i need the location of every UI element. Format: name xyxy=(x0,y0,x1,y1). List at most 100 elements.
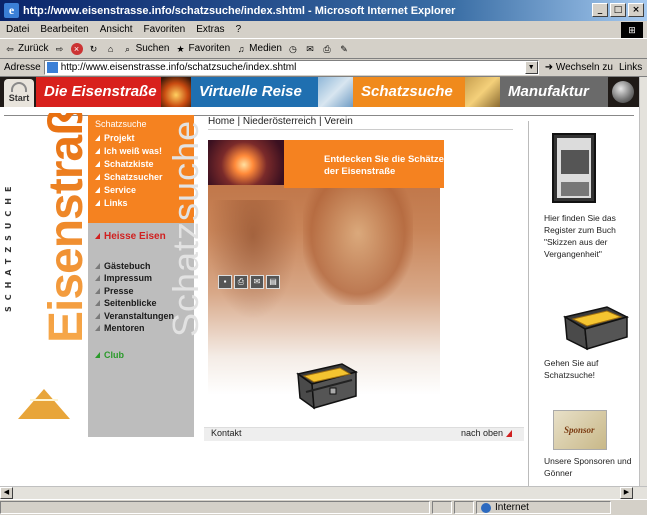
book-register-text[interactable]: Hier finden Sie das Register zum Buch "S… xyxy=(544,212,632,260)
menu-extras[interactable]: Extras xyxy=(196,24,224,35)
start-label: Start xyxy=(8,93,30,103)
zone-label: Internet xyxy=(495,502,529,513)
triangle-icon xyxy=(95,135,100,141)
triangle-icon xyxy=(95,325,100,331)
history-button[interactable]: ◷ xyxy=(287,43,299,55)
home-button[interactable]: ⌂ xyxy=(105,43,117,55)
triangle-icon xyxy=(95,312,100,319)
scroll-right-icon[interactable]: ▶ xyxy=(620,487,633,499)
book-cover-image[interactable] xyxy=(552,133,596,203)
logo-wordmark: Eisenstraße xyxy=(40,81,93,343)
favorites-button[interactable]: ★ Favoriten xyxy=(174,43,230,55)
search-button[interactable]: ⌕ Suchen xyxy=(122,43,170,55)
status-text-cell xyxy=(0,501,430,514)
refresh-icon: ↻ xyxy=(89,43,98,54)
address-value: http://www.eisenstrasse.info/schatzsuche… xyxy=(60,62,297,73)
minimize-icon[interactable]: _ xyxy=(592,3,608,17)
kontakt-link[interactable]: Kontakt xyxy=(211,428,242,438)
save-icon[interactable]: ▪ xyxy=(218,275,232,289)
search-icon: ⌕ xyxy=(125,43,131,54)
scroll-left-icon[interactable]: ◀ xyxy=(0,487,13,499)
print-button[interactable]: ⎙ xyxy=(321,43,333,55)
menu-help[interactable]: ? xyxy=(236,24,242,35)
history-icon: ◷ xyxy=(289,43,297,54)
back-to-top-link[interactable]: nach oben xyxy=(461,428,513,438)
menu-item-label: Gästebuch xyxy=(104,260,151,271)
triangle-icon xyxy=(95,148,100,154)
page-tools: ▪ ⎙ ✉ ▤ xyxy=(218,275,280,289)
menu-item-label: Links xyxy=(104,198,128,208)
hero-banner-line2: der Eisenstraße xyxy=(324,166,396,177)
sponsors-text[interactable]: Unsere Sponsoren und Gönner xyxy=(544,455,632,479)
forge-fire-image xyxy=(208,140,288,185)
status-cell xyxy=(432,501,452,514)
orb-icon xyxy=(612,81,634,103)
mail-icon[interactable]: ✉ xyxy=(250,275,264,289)
menu-datei[interactable]: Datei xyxy=(6,24,29,35)
menu-item-club[interactable]: Club xyxy=(95,349,194,362)
close-icon[interactable]: × xyxy=(628,3,644,17)
horizontal-scrollbar[interactable]: ◀ ▶ xyxy=(0,486,647,499)
logo-subtitle: SCHATZSUCHE xyxy=(4,180,13,312)
sponsor-logo[interactable]: Sponsor xyxy=(553,410,607,450)
window-controls: _ □ × xyxy=(592,3,644,17)
book-page xyxy=(557,138,591,198)
favorites-label: Favoriten xyxy=(188,43,231,54)
address-bar: Adresse http://www.eisenstrasse.info/sch… xyxy=(0,59,647,77)
start-tab[interactable]: Start xyxy=(4,79,34,107)
menu-bearbeiten[interactable]: Bearbeiten xyxy=(40,24,88,35)
print-icon[interactable]: ⎙ xyxy=(234,275,248,289)
back-button[interactable]: ⇦ Zurück xyxy=(4,43,48,55)
pyramid-logo-icon xyxy=(18,389,70,419)
breadcrumb-niederoesterreich[interactable]: Niederösterreich xyxy=(243,116,316,127)
triangle-icon xyxy=(95,187,100,193)
edit-icon: ✎ xyxy=(340,43,348,54)
treasure-chest-icon[interactable] xyxy=(561,299,631,353)
forward-button[interactable]: ⇨ xyxy=(54,43,66,55)
breadcrumb-separator: | xyxy=(319,116,322,127)
menu-ansicht[interactable]: Ansicht xyxy=(100,24,133,35)
hero-texture xyxy=(208,200,298,320)
go-button[interactable]: ➜ Wechseln zu xyxy=(545,62,613,73)
page-icon[interactable]: ▤ xyxy=(266,275,280,289)
media-label: Medien xyxy=(249,43,282,54)
favorites-icon: ★ xyxy=(176,43,185,54)
address-input[interactable]: http://www.eisenstrasse.info/schatzsuche… xyxy=(43,60,539,75)
window-title: http://www.eisenstrasse.info/schatzsuche… xyxy=(23,4,456,17)
search-label: Suchen xyxy=(135,43,170,54)
triangle-icon xyxy=(506,430,513,437)
breadcrumb-home[interactable]: Home xyxy=(208,116,235,127)
triangle-icon xyxy=(95,300,100,306)
schatzsuche-teaser-text[interactable]: Gehen Sie auf Schatzsuche! xyxy=(544,357,632,381)
breadcrumb-verein[interactable]: Verein xyxy=(324,116,352,127)
back-to-top-label: nach oben xyxy=(461,428,504,438)
nav-virtuelle-reise[interactable]: Virtuelle Reise xyxy=(191,77,318,107)
status-bar: Internet xyxy=(0,499,647,515)
triangle-icon xyxy=(95,233,100,239)
nav-fire-image xyxy=(161,77,191,107)
mail-button[interactable]: ✉ xyxy=(304,43,316,55)
media-button[interactable]: ♫ Medien xyxy=(235,43,282,55)
links-button[interactable]: Links xyxy=(619,62,642,73)
hero-banner-line1: Entdecken Sie die Schätze xyxy=(324,154,444,165)
eisenstrasse-logo[interactable]: Eisenstraße xyxy=(10,82,93,365)
address-dropdown-icon[interactable]: ▼ xyxy=(524,61,538,74)
edit-button[interactable]: ✎ xyxy=(338,43,350,55)
maximize-icon[interactable]: □ xyxy=(610,3,626,17)
triangle-icon xyxy=(95,275,100,281)
nav-schatzsuche[interactable]: Schatzsuche xyxy=(353,77,465,107)
triangle-icon xyxy=(95,287,100,294)
security-zone: Internet xyxy=(476,501,611,514)
media-icon: ♫ xyxy=(237,43,245,54)
mail-icon: ✉ xyxy=(306,43,314,54)
breadcrumb: Home | Niederösterreich | Verein xyxy=(208,116,353,127)
triangle-icon xyxy=(95,262,100,269)
go-label: Wechseln zu xyxy=(555,62,613,73)
menu-favoriten[interactable]: Favoriten xyxy=(144,24,186,35)
menu-item-label: Service xyxy=(104,185,137,195)
refresh-button[interactable]: ↻ xyxy=(88,43,100,55)
nav-manufaktur[interactable]: Manufaktur xyxy=(500,77,608,107)
stop-button[interactable]: × xyxy=(70,42,83,55)
vertical-scrollbar[interactable] xyxy=(639,77,647,486)
window-titlebar: e http://www.eisenstrasse.info/schatzsuc… xyxy=(0,0,647,21)
